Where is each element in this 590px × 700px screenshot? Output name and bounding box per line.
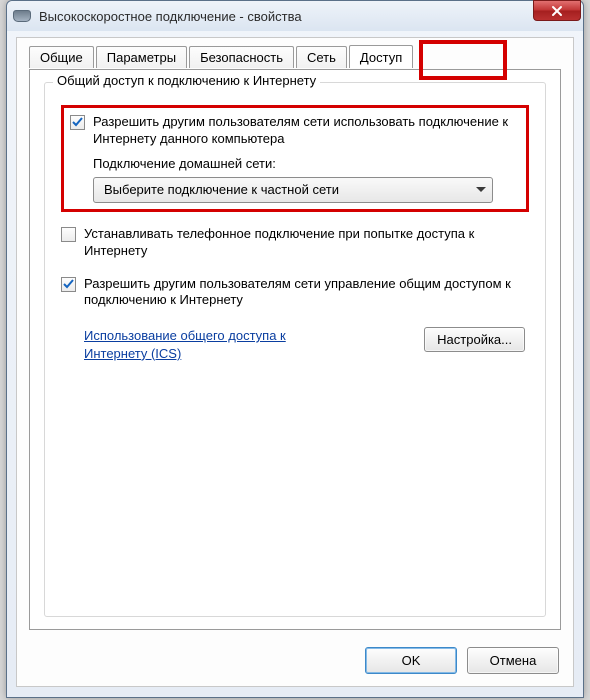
tab-panel-access: Общий доступ к подключению к Интернету Р… — [29, 69, 561, 630]
combo-private-network[interactable]: Выберите подключение к частной сети — [93, 177, 493, 203]
cancel-button[interactable]: Отмена — [467, 647, 559, 674]
tab-network[interactable]: Сеть — [296, 46, 347, 68]
dialog-buttons: OK Отмена — [365, 647, 559, 674]
settings-button[interactable]: Настройка... — [424, 327, 525, 352]
checkmark-icon — [62, 278, 75, 291]
ok-button[interactable]: OK — [365, 647, 457, 674]
tab-access[interactable]: Доступ — [349, 45, 413, 68]
chevron-down-icon — [476, 187, 486, 192]
checkbox-manage[interactable] — [61, 277, 76, 292]
close-button[interactable] — [533, 0, 581, 21]
properties-dialog: Высокоскоростное подключение - свойства … — [6, 0, 584, 698]
label-dial: Устанавливать телефонное подключение при… — [84, 226, 529, 260]
group-content: Разрешить другим пользователям сети испо… — [45, 83, 545, 376]
highlight-allow-section: Разрешить другим пользователям сети испо… — [61, 105, 529, 212]
group-title: Общий доступ к подключению к Интернету — [53, 73, 320, 88]
label-allow-sharing: Разрешить другим пользователям сети испо… — [93, 114, 520, 148]
row-link-settings: Использование общего доступа к Интернету… — [61, 327, 529, 362]
titlebar[interactable]: Высокоскоростное подключение - свойства — [7, 1, 583, 31]
tab-general[interactable]: Общие — [29, 46, 94, 68]
row-dial: Устанавливать телефонное подключение при… — [61, 226, 529, 260]
tab-options[interactable]: Параметры — [96, 46, 187, 68]
connection-icon — [13, 10, 31, 22]
tab-strip: Общие Параметры Безопасность Сеть Доступ — [29, 46, 413, 68]
client-area: Общие Параметры Безопасность Сеть Доступ… — [16, 37, 574, 687]
combo-value: Выберите подключение к частной сети — [104, 182, 339, 197]
group-internet-sharing: Общий доступ к подключению к Интернету Р… — [44, 82, 546, 617]
label-home-network: Подключение домашней сети: — [93, 156, 520, 171]
window-title: Высокоскоростное подключение - свойства — [39, 9, 302, 24]
tab-security[interactable]: Безопасность — [189, 46, 294, 68]
checkbox-dial[interactable] — [61, 227, 76, 242]
label-manage: Разрешить другим пользователям сети упра… — [84, 276, 529, 310]
link-ics[interactable]: Использование общего доступа к Интернету… — [84, 327, 344, 362]
close-icon — [551, 5, 563, 17]
checkbox-allow-sharing[interactable] — [70, 115, 85, 130]
row-allow-sharing: Разрешить другим пользователям сети испо… — [70, 114, 520, 148]
row-manage: Разрешить другим пользователям сети упра… — [61, 276, 529, 310]
checkmark-icon — [71, 116, 84, 129]
